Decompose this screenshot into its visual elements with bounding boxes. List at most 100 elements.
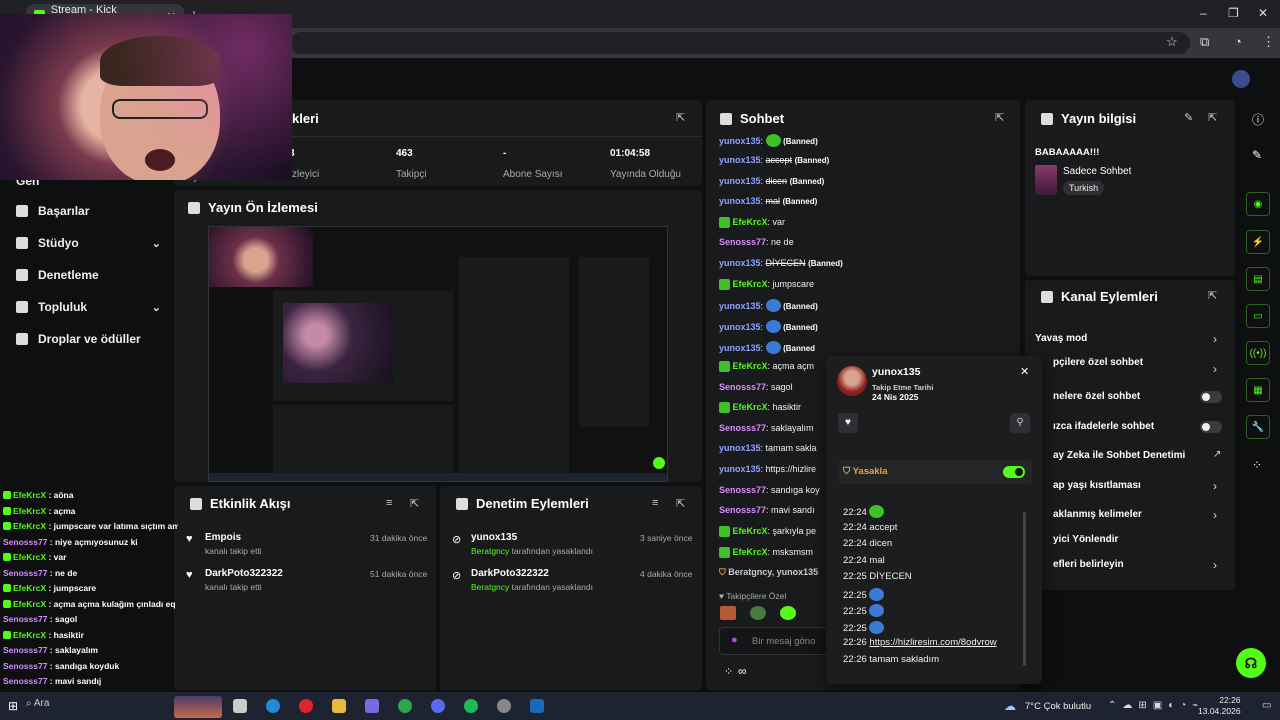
edit-icon[interactable]: ✎ — [1252, 148, 1262, 162]
chat-message[interactable]: Senosss77: ne de — [719, 237, 794, 247]
chat-username[interactable]: yunox135 — [719, 176, 761, 186]
popout-icon[interactable]: ⇱ — [1208, 111, 1217, 124]
slow-mode-item[interactable]: Yavaş mod — [1035, 333, 1087, 344]
bookmark-star-icon[interactable]: ☆ — [1166, 34, 1178, 50]
task-view-icon[interactable] — [233, 699, 247, 713]
tray-icons[interactable]: ⌃☁⊞▣◐◔⌁ — [1108, 700, 1204, 711]
event-user[interactable]: DarkPoto322322 — [205, 568, 283, 579]
clock[interactable]: 22:26 13.04.2026 — [1198, 695, 1241, 717]
copilot-icon[interactable] — [365, 699, 379, 713]
user-avatar[interactable] — [1232, 70, 1250, 88]
file-explorer-icon[interactable] — [332, 699, 346, 713]
weather-text[interactable]: 7°C Çok bulutlu — [1025, 701, 1091, 712]
sidebar-item-moderation[interactable]: Denetleme — [16, 268, 161, 282]
address-input[interactable] — [290, 32, 1190, 54]
rail-camera-icon[interactable]: ◉ — [1246, 192, 1270, 216]
minimize-icon[interactable]: – — [1200, 6, 1207, 20]
sidebar-item-community[interactable]: Topluluk ⌄ — [16, 300, 161, 314]
chat-username[interactable]: yunox135 — [719, 464, 761, 474]
subscribers-only-toggle[interactable] — [1200, 391, 1222, 403]
emote-only-item[interactable]: ızca ifadelerle sohbet — [1053, 421, 1154, 432]
sidebar-item-studio[interactable]: Stüdyo ⌄ — [16, 236, 161, 250]
spotify-icon[interactable] — [464, 699, 478, 713]
chat-message[interactable]: yunox135: mal (Banned) — [719, 196, 817, 206]
chevron-right-icon[interactable]: › — [1213, 362, 1217, 376]
browser-menu-icon[interactable]: ⋮ — [1262, 34, 1275, 50]
mod-action-button[interactable]: ⚲ — [1010, 413, 1030, 433]
popout-icon[interactable]: ⇱ — [676, 497, 685, 510]
external-link-icon[interactable]: ↗ — [1213, 449, 1221, 460]
chat-message[interactable]: EfeKrcX: msksmsm — [719, 547, 813, 558]
chat-message[interactable]: EfeKrcX: açma açm — [719, 361, 814, 372]
filter-icon[interactable]: ≡ — [652, 497, 658, 509]
chrome-icon[interactable] — [398, 699, 412, 713]
popout-icon[interactable]: ⇱ — [676, 111, 685, 124]
rail-broadcast-icon[interactable]: ((•)) — [1246, 341, 1270, 365]
mod-event-user[interactable]: yunox135 — [471, 532, 517, 543]
extensions-icon[interactable]: ⧉ — [1200, 34, 1209, 50]
maximize-icon[interactable]: ❐ — [1228, 6, 1239, 20]
chat-message[interactable]: yunox135: (Banned — [719, 341, 815, 354]
raid-item[interactable]: yici Yönlendir — [1053, 534, 1118, 545]
chat-message[interactable]: Senosss77: sandıga koy — [719, 485, 820, 495]
banned-words-item[interactable]: aklanmış kelimeler — [1053, 509, 1142, 520]
info-icon[interactable]: ⓘ — [1252, 111, 1264, 128]
emote-only-toggle[interactable] — [1200, 421, 1222, 433]
chat-message[interactable]: yunox135: DİYECEN (Banned) — [719, 258, 843, 268]
chevron-right-icon[interactable]: › — [1213, 558, 1217, 572]
chat-username[interactable]: yunox135 — [719, 322, 761, 332]
chat-message[interactable]: yunox135: dicen (Banned) — [719, 176, 824, 186]
sidebar-item-drops[interactable]: Droplar ve ödüller — [16, 332, 161, 346]
chat-username[interactable]: yunox135 — [719, 155, 761, 165]
chat-username[interactable]: EfeKrcX — [733, 361, 768, 371]
chat-username[interactable]: Senosss77 — [719, 485, 766, 495]
edge-icon[interactable] — [266, 699, 280, 713]
followers-only-item[interactable]: pçilere özel sohbet — [1053, 357, 1143, 368]
chat-username[interactable]: yunox135 — [719, 258, 761, 268]
taskbar-search-icon[interactable]: ⌕ Ara — [26, 698, 49, 709]
set-goals-item[interactable]: efleri belirleyin — [1053, 559, 1124, 570]
chat-message[interactable]: yunox135: (Banned) — [719, 299, 818, 312]
chat-message[interactable]: yunox135: tamam sakla — [719, 443, 817, 453]
windows-start-icon[interactable]: ⊞ — [8, 699, 18, 713]
chat-message[interactable]: yunox135: (Banned) — [719, 134, 818, 147]
chat-username[interactable]: yunox135 — [719, 343, 761, 353]
sidebar-item-achievements[interactable]: Başarılar — [16, 204, 161, 218]
rail-chat-icon[interactable]: ▭ — [1246, 304, 1270, 328]
chat-message[interactable]: EfeKrcX: jumpscare — [719, 279, 814, 290]
profile-icon[interactable]: ◔ — [1234, 34, 1242, 49]
chat-message[interactable]: yunox135: https://hizlire — [719, 464, 816, 474]
popout-icon[interactable]: ⇱ — [995, 111, 1004, 124]
close-icon[interactable]: ✕ — [1020, 365, 1029, 378]
mic-icon[interactable]: ● — [731, 634, 738, 646]
subscribers-only-item[interactable]: nelere özel sohbet — [1053, 391, 1140, 402]
follow-heart-button[interactable]: ♥ — [838, 413, 858, 433]
chat-username[interactable]: EfeKrcX — [733, 547, 768, 557]
chat-message[interactable]: Senosss77: saklayalım — [719, 423, 814, 433]
chat-message[interactable]: EfeKrcX: hasiktir — [719, 402, 801, 413]
chat-username[interactable]: yunox135 — [719, 136, 761, 146]
chat-username[interactable]: EfeKrcX — [733, 526, 768, 536]
category-name[interactable]: Sadece Sohbet — [1063, 166, 1131, 177]
chat-message[interactable]: Senosss77: mavi sandı — [719, 505, 815, 515]
popout-icon[interactable]: ⇱ — [410, 497, 419, 510]
scrollbar[interactable] — [1023, 512, 1026, 666]
rail-wrench-icon[interactable]: 🔧 — [1246, 415, 1270, 439]
window-close-icon[interactable]: ✕ — [1258, 6, 1268, 20]
steam-icon[interactable] — [530, 699, 544, 713]
chat-username[interactable]: EfeKrcX — [733, 402, 768, 412]
rail-panel-icon[interactable]: ▦ — [1246, 378, 1270, 402]
obs-icon[interactable] — [497, 699, 511, 713]
rail-clip-icon[interactable]: ▤ — [1246, 267, 1270, 291]
chat-username[interactable]: Senosss77 — [719, 237, 766, 247]
popout-icon[interactable]: ⇱ — [1208, 289, 1217, 302]
chevron-right-icon[interactable]: › — [1213, 508, 1217, 522]
weather-icon[interactable]: ☁ — [1004, 699, 1016, 713]
chat-message[interactable]: Senosss77: sagol — [719, 382, 793, 392]
more-icon[interactable]: ⁘ — [1252, 458, 1262, 472]
chat-message[interactable]: yunox135: accept (Banned) — [719, 155, 829, 165]
chat-username[interactable]: Senosss77 — [719, 382, 766, 392]
account-age-item[interactable]: ap yaşı kısıtlaması — [1053, 480, 1141, 491]
rail-lightning-icon[interactable]: ⚡ — [1246, 230, 1270, 254]
filter-icon[interactable]: ≡ — [386, 497, 392, 509]
